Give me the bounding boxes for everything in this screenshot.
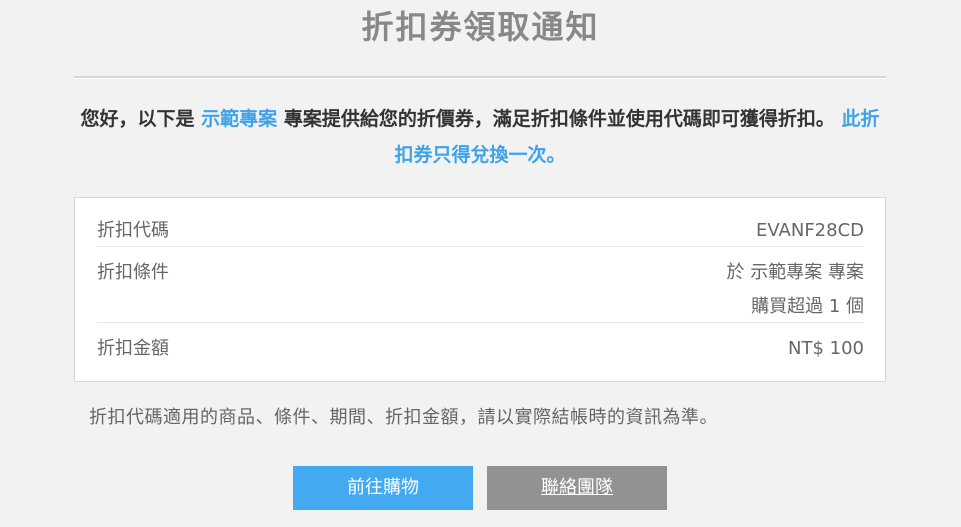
coupon-condition-row: 折扣條件 於 示範專案 專案 購買超過 1 個 <box>97 258 864 323</box>
go-shopping-button[interactable]: 前往購物 <box>293 466 473 510</box>
coupon-condition-label: 折扣條件 <box>97 262 169 283</box>
page-title: 折扣券領取通知 <box>361 8 600 46</box>
coupon-code-row: 折扣代碼 EVANF28CD <box>97 216 864 247</box>
coupon-details-card: 折扣代碼 EVANF28CD 折扣條件 於 示範專案 專案 購買超過 1 個 折… <box>74 197 886 382</box>
coupon-amount-label: 折扣金額 <box>97 338 169 359</box>
title-divider <box>74 76 886 79</box>
coupon-code-label: 折扣代碼 <box>97 220 169 241</box>
terms-note: 折扣代碼適用的商品、條件、期間、折扣金額，請以實際結帳時的資訊為準。 <box>89 407 718 428</box>
intro-prefix: 您好，以下是 <box>80 108 195 130</box>
intro-middle: 專案提供給您的折價券，滿足折扣條件並使用代碼即可獲得折扣。 <box>283 108 835 130</box>
intro-message: 您好，以下是 示範專案 專案提供給您的折價券，滿足折扣條件並使用代碼即可獲得折扣… <box>74 101 886 173</box>
store-name: 示範專案 <box>201 108 278 130</box>
coupon-amount-row: 折扣金額 NT$ 100 <box>97 334 864 364</box>
coupon-condition-value: 於 示範專案 專案 購買超過 1 個 <box>727 256 864 324</box>
coupon-amount-value: NT$ 100 <box>788 338 864 359</box>
contact-team-button[interactable]: 聯絡團隊 <box>487 466 667 510</box>
coupon-code-value: EVANF28CD <box>756 220 864 241</box>
condition-quantity: 購買超過 1 個 <box>751 296 864 317</box>
condition-project: 於 示範專案 專案 <box>726 262 864 283</box>
